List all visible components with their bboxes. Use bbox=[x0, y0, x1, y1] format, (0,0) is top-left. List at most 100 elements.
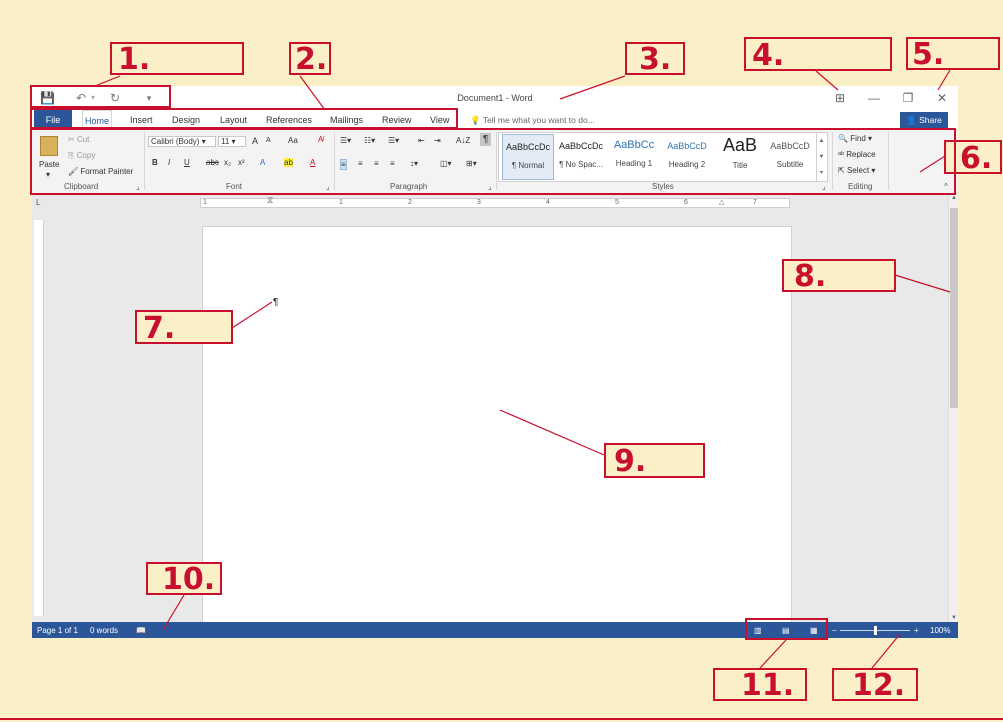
indent-marker-icon[interactable]: ⧖ bbox=[267, 195, 273, 206]
annotation-label: 1. bbox=[118, 42, 151, 77]
show-hide-marks-button[interactable]: ¶ bbox=[480, 133, 492, 146]
document-page[interactable]: ¶ bbox=[202, 226, 792, 626]
cut-button[interactable]: ✂ Cut bbox=[68, 135, 89, 144]
clipboard-icon[interactable] bbox=[40, 136, 58, 156]
annotation-4: 4. bbox=[744, 37, 892, 71]
scroll-down-icon[interactable]: ▼ bbox=[949, 615, 958, 621]
tab-file[interactable]: File bbox=[34, 110, 72, 130]
tell-me-box[interactable]: 💡 Tell me what you want to do... bbox=[470, 115, 595, 126]
style-heading-1[interactable]: AaBbCc Heading 1 bbox=[608, 134, 660, 180]
font-color-button[interactable]: A bbox=[310, 158, 315, 167]
tab-design[interactable]: Design bbox=[170, 110, 202, 130]
page-count[interactable]: Page 1 of 1 bbox=[37, 626, 78, 635]
tab-references[interactable]: References bbox=[264, 110, 314, 130]
bold-button[interactable]: B bbox=[152, 158, 158, 167]
paste-dropdown-icon[interactable]: ▾ bbox=[46, 170, 50, 179]
tab-selector-icon[interactable]: L bbox=[36, 198, 40, 207]
style-subtitle[interactable]: AaBbCcD Subtitle bbox=[764, 134, 816, 180]
scrollbar-thumb[interactable] bbox=[950, 208, 958, 408]
underline-button[interactable]: U bbox=[184, 158, 190, 167]
tab-home[interactable]: Home bbox=[82, 110, 113, 130]
style-name: Subtitle bbox=[776, 160, 804, 169]
copy-button[interactable]: ⎘ Copy bbox=[68, 151, 95, 161]
vertical-scrollbar[interactable]: ▲ ▼ bbox=[948, 194, 958, 622]
align-center-icon[interactable]: ≡ bbox=[358, 159, 363, 168]
ribbon-display-options-icon[interactable]: ⊞ bbox=[832, 91, 848, 105]
restore-button[interactable]: ❐ bbox=[900, 91, 916, 105]
horizontal-ruler[interactable]: 1 ⧖ 1 2 3 4 5 6 △ 7 bbox=[200, 195, 790, 208]
divider bbox=[334, 132, 335, 190]
paragraph-launcher-icon[interactable]: ⌟ bbox=[488, 182, 492, 191]
text-effects-button[interactable]: A bbox=[260, 158, 265, 167]
print-layout-icon[interactable]: ▤ bbox=[782, 626, 790, 635]
clipboard-launcher-icon[interactable]: ⌟ bbox=[136, 182, 140, 191]
right-indent-marker-icon[interactable]: △ bbox=[719, 198, 724, 206]
style-title[interactable]: AaB Title bbox=[714, 134, 766, 180]
numbering-icon[interactable]: ☷▾ bbox=[364, 136, 375, 145]
align-left-icon[interactable]: ≡ bbox=[340, 159, 347, 170]
tab-layout[interactable]: Layout bbox=[218, 110, 249, 130]
font-size-select[interactable]: 11 ▾ bbox=[218, 136, 246, 147]
zoom-in-icon[interactable]: + bbox=[914, 626, 919, 635]
style-normal[interactable]: AaBbCcDc ¶ Normal bbox=[502, 134, 554, 180]
strikethrough-button[interactable]: abc bbox=[206, 158, 219, 167]
select-button[interactable]: ⇱ Select ▾ bbox=[838, 166, 875, 175]
style-heading-2[interactable]: AaBbCcD Heading 2 bbox=[661, 134, 713, 180]
tab-mailings[interactable]: Mailings bbox=[328, 110, 365, 130]
paragraph-group-label: Paragraph bbox=[390, 182, 428, 191]
borders-icon[interactable]: ⊞▾ bbox=[466, 159, 477, 168]
font-launcher-icon[interactable]: ⌟ bbox=[326, 182, 330, 191]
style-no-spacing[interactable]: AaBbCcDc ¶ No Spac... bbox=[555, 134, 607, 180]
bullets-icon[interactable]: ☰▾ bbox=[340, 136, 351, 145]
divider bbox=[888, 132, 889, 190]
change-case-button[interactable]: Aa bbox=[288, 136, 298, 145]
style-sample: AaBbCcD bbox=[667, 141, 707, 151]
styles-launcher-icon[interactable]: ⌟ bbox=[822, 182, 826, 191]
tab-review[interactable]: Review bbox=[380, 110, 414, 130]
paste-button[interactable]: Paste bbox=[39, 160, 59, 169]
highlight-button[interactable]: ab bbox=[284, 158, 293, 167]
read-mode-icon[interactable]: ▥ bbox=[754, 626, 762, 635]
shading-icon[interactable]: ◫▾ bbox=[440, 159, 452, 168]
justify-icon[interactable]: ≡ bbox=[390, 159, 395, 168]
ruler-mark: 6 bbox=[684, 199, 688, 206]
multilevel-list-icon[interactable]: ☰▾ bbox=[388, 136, 399, 145]
zoom-level[interactable]: 100% bbox=[930, 626, 950, 635]
clear-formatting-icon[interactable]: A̸ bbox=[318, 135, 323, 144]
grow-font-button[interactable]: A bbox=[252, 136, 258, 146]
collapse-ribbon-icon[interactable]: ^ bbox=[944, 182, 948, 191]
vertical-ruler[interactable] bbox=[34, 220, 44, 616]
increase-indent-icon[interactable]: ⇥ bbox=[434, 136, 441, 145]
tab-insert[interactable]: Insert bbox=[128, 110, 155, 130]
more-styles-icon[interactable]: ▾ bbox=[817, 165, 826, 181]
zoom-out-icon[interactable]: − bbox=[832, 626, 837, 635]
tab-view[interactable]: View bbox=[428, 110, 451, 130]
scroll-up-icon[interactable]: ▲ bbox=[949, 195, 958, 201]
find-button[interactable]: 🔍 Find ▾ bbox=[838, 134, 872, 143]
shrink-font-button[interactable]: A bbox=[266, 137, 271, 144]
sort-button[interactable]: A↓Z bbox=[456, 136, 470, 145]
style-name: Heading 1 bbox=[615, 159, 653, 168]
annotation-2: 2. bbox=[289, 42, 331, 75]
align-right-icon[interactable]: ≡ bbox=[374, 159, 379, 168]
replace-button[interactable]: ᵃᵇ Replace bbox=[838, 150, 876, 159]
styles-scroll[interactable]: ▲ ▼ ▾ bbox=[816, 133, 826, 181]
web-layout-icon[interactable]: ▦ bbox=[810, 626, 818, 635]
cursor-icon: ⇱ bbox=[838, 166, 845, 175]
superscript-button[interactable]: x² bbox=[238, 158, 245, 167]
format-painter-button[interactable]: 🖌 Format Painter bbox=[68, 167, 133, 176]
chevron-down-icon[interactable]: ▼ bbox=[817, 149, 826, 165]
line-spacing-icon[interactable]: ↕▾ bbox=[410, 159, 418, 168]
share-button[interactable]: 👤 Share bbox=[900, 112, 948, 128]
decrease-indent-icon[interactable]: ⇤ bbox=[418, 136, 425, 145]
close-button[interactable]: ✕ bbox=[934, 91, 950, 105]
italic-button[interactable]: I bbox=[168, 158, 170, 167]
font-name-select[interactable]: Calibri (Body) ▾ bbox=[148, 136, 216, 147]
minimize-button[interactable]: — bbox=[866, 91, 882, 105]
zoom-slider-thumb[interactable] bbox=[874, 626, 877, 635]
chevron-up-icon[interactable]: ▲ bbox=[817, 133, 826, 149]
subscript-button[interactable]: x₂ bbox=[224, 158, 231, 167]
proofing-icon[interactable]: 📖 bbox=[136, 626, 146, 635]
word-count[interactable]: 0 words bbox=[90, 626, 118, 635]
style-sample: AaB bbox=[722, 135, 758, 155]
